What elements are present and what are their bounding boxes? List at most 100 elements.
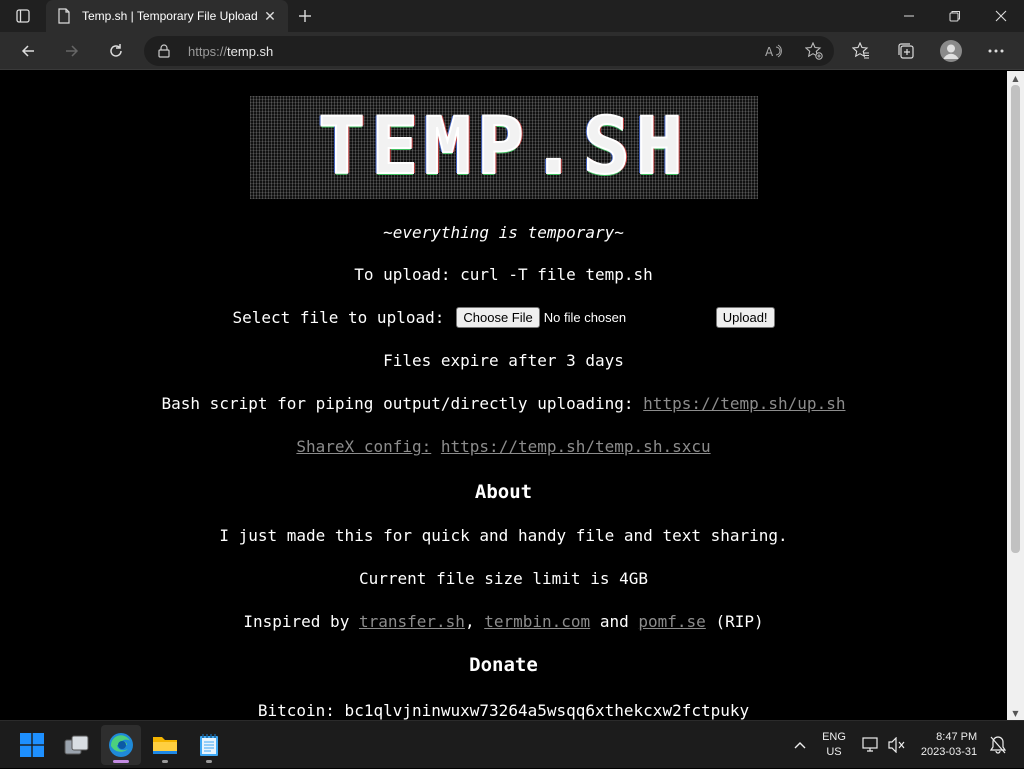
address-bar[interactable]: https://temp.sh A — [144, 36, 834, 66]
forward-button[interactable] — [50, 32, 94, 70]
task-view-button[interactable] — [57, 725, 97, 765]
taskbar: ENG US 8:47 PM 2023-03-31 — [0, 720, 1024, 768]
browser-toolbar: https://temp.sh A — [0, 32, 1024, 70]
notification-bell-icon — [990, 736, 1006, 754]
upload-form: Select file to upload: Choose File No fi… — [0, 307, 1007, 328]
notifications-button[interactable] — [986, 721, 1010, 769]
open-app-indicator — [162, 760, 168, 763]
minimize-icon — [904, 15, 914, 17]
language-indicator[interactable]: ENG US — [816, 721, 852, 769]
expire-text: Files expire after 3 days — [383, 351, 624, 370]
chevron-up-icon — [794, 742, 806, 749]
upload-button[interactable]: Upload! — [715, 307, 775, 328]
collections-button[interactable] — [883, 32, 928, 70]
restore-button[interactable] — [932, 0, 978, 32]
tab-actions-icon — [16, 9, 30, 23]
bash-script-link[interactable]: https://temp.sh/up.sh — [643, 394, 845, 413]
task-view-icon — [64, 735, 89, 755]
folder-icon — [153, 737, 177, 754]
sharex-line: ShareX config: https://temp.sh/temp.sh.s… — [0, 436, 1007, 457]
bitcoin-address: Bitcoin: bc1qlvjninwuxw73264a5wsqq6xthek… — [257, 701, 750, 720]
language-code: ENG — [822, 731, 846, 743]
toolbar-right — [838, 32, 1024, 70]
no-file-chosen-text: No file chosen — [543, 310, 627, 325]
network-button[interactable] — [858, 721, 884, 769]
forward-arrow-icon — [66, 44, 79, 57]
url-protocol: https:// — [188, 43, 228, 59]
settings-menu-button[interactable] — [973, 32, 1018, 70]
taskbar-file-explorer[interactable] — [145, 725, 185, 765]
donate-heading: Donate — [469, 654, 538, 676]
page-viewport: TEMP.SH ~everything is temporary~ To upl… — [0, 71, 1007, 720]
pomf-link[interactable]: pomf.se — [638, 612, 705, 631]
page-scrollbar[interactable]: ▲ ▼ — [1007, 71, 1024, 720]
bash-script-prefix: Bash script for piping output/directly u… — [161, 394, 634, 413]
tab-close-icon[interactable]: ✕ — [262, 8, 278, 24]
bash-script-line: Bash script for piping output/directly u… — [0, 393, 1007, 414]
inspired-prefix: Inspired by — [243, 612, 350, 631]
show-hidden-icons-button[interactable] — [785, 721, 815, 769]
curl-instructions: To upload: curl -T file temp.sh — [354, 265, 653, 284]
favorites-button[interactable] — [838, 32, 883, 70]
about-heading: About — [474, 481, 533, 503]
close-icon — [995, 10, 1007, 22]
active-app-indicator — [113, 760, 129, 763]
refresh-button[interactable] — [94, 32, 138, 70]
url-text: https://temp.sh — [188, 44, 754, 59]
more-dots-icon — [988, 49, 1003, 53]
page-body: TEMP.SH ~everything is temporary~ To upl… — [0, 96, 1007, 720]
collections-icon — [897, 43, 914, 59]
termbin-link[interactable]: termbin.com — [484, 612, 590, 631]
tab-active[interactable]: Temp.sh | Temporary File Upload ✕ — [46, 0, 288, 32]
minimize-button[interactable] — [886, 0, 932, 32]
edge-browser-icon — [109, 733, 133, 757]
profile-button[interactable] — [928, 32, 973, 70]
title-bar: Temp.sh | Temporary File Upload ✕ — [0, 0, 1024, 32]
notepad-icon — [200, 734, 218, 756]
favorites-icon — [851, 42, 869, 59]
svg-text:A: A — [765, 45, 774, 59]
url-host: temp.sh — [227, 43, 274, 59]
close-window-button[interactable] — [978, 0, 1024, 32]
windows-logo-icon — [20, 733, 44, 757]
comma: , — [464, 612, 475, 631]
page-favicon-icon — [56, 8, 72, 24]
tagline: ~everything is temporary~ — [383, 223, 624, 242]
back-button[interactable] — [6, 32, 50, 70]
and-text: and — [599, 612, 629, 631]
scrollbar-thumb[interactable] — [1011, 85, 1020, 553]
sharex-url-link[interactable]: https://temp.sh/temp.sh.sxcu — [441, 437, 711, 456]
start-button[interactable] — [12, 725, 52, 765]
select-file-label: Select file to upload: — [232, 308, 445, 327]
about-text: I just made this for quick and handy fil… — [219, 526, 788, 545]
read-aloud-icon[interactable]: A — [754, 43, 794, 59]
clock-date: 2023-03-31 — [920, 746, 978, 758]
lock-icon[interactable] — [158, 44, 174, 58]
volume-button[interactable] — [884, 721, 910, 769]
scroll-up-icon[interactable]: ▲ — [1007, 71, 1024, 85]
network-icon — [862, 737, 878, 752]
region-code: US — [826, 746, 842, 758]
scroll-down-icon[interactable]: ▼ — [1007, 706, 1024, 720]
rip-text: (RIP) — [715, 612, 764, 631]
site-logo: TEMP.SH — [249, 96, 758, 199]
sharex-config-link[interactable]: ShareX config: — [296, 437, 431, 456]
tab-actions-button[interactable] — [0, 0, 46, 32]
logo-text: TEMP.SH — [317, 102, 689, 192]
taskbar-notepad[interactable] — [189, 725, 229, 765]
clock[interactable]: 8:47 PM 2023-03-31 — [914, 721, 984, 769]
refresh-icon — [110, 43, 122, 57]
size-limit-text: Current file size limit is 4GB — [359, 569, 648, 588]
choose-file-button[interactable]: Choose File — [456, 307, 540, 328]
add-favorite-icon[interactable] — [794, 42, 834, 60]
open-app-indicator-notepad — [206, 760, 212, 763]
taskbar-edge[interactable] — [101, 725, 141, 765]
title-drag-area — [322, 0, 886, 32]
plus-icon — [299, 10, 311, 22]
profile-avatar — [939, 40, 962, 62]
clock-time: 8:47 PM — [936, 731, 978, 743]
transfer-sh-link[interactable]: transfer.sh — [359, 612, 465, 631]
new-tab-button[interactable] — [288, 0, 322, 32]
inspired-line: Inspired by transfer.sh, termbin.com and… — [0, 611, 1007, 632]
tab-title: Temp.sh | Temporary File Upload — [82, 9, 258, 23]
